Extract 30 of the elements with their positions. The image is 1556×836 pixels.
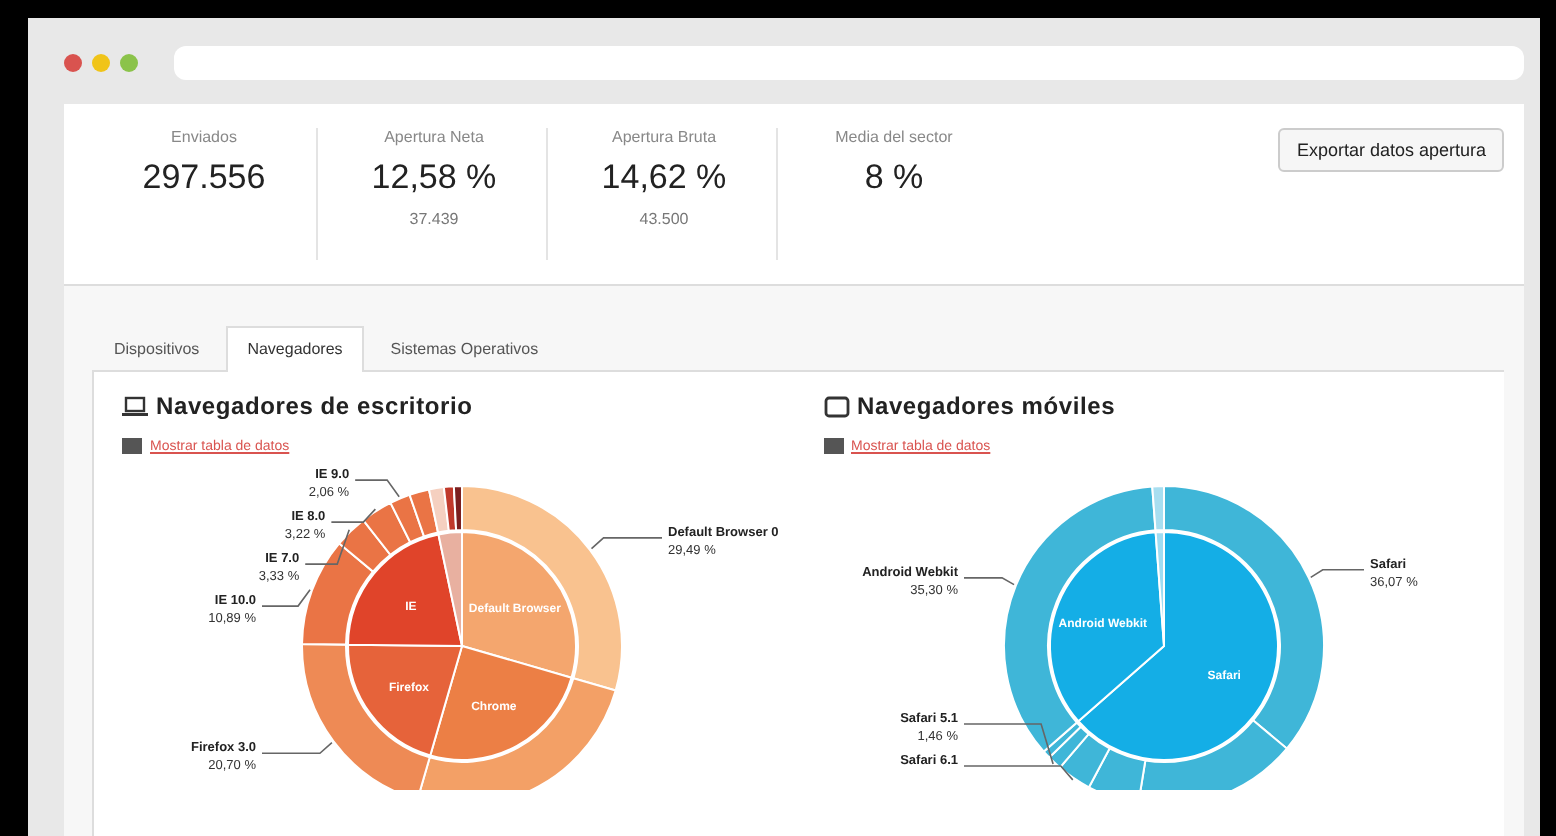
table-icon	[122, 438, 142, 454]
stat-label: Media del sector	[833, 128, 955, 146]
stat-count: 43.500	[637, 210, 691, 228]
laptop-icon	[122, 395, 148, 417]
stat-value: 8 %	[862, 158, 926, 198]
leader-line	[590, 537, 663, 550]
tab[interactable]: Dispositivos	[92, 326, 222, 370]
leader-line	[261, 589, 311, 607]
tab[interactable]: Sistemas Operativos	[368, 326, 561, 370]
window-control-dot[interactable]	[64, 54, 82, 72]
window-control-dot[interactable]	[120, 54, 138, 72]
export-button[interactable]: Exportar datos apertura	[1278, 128, 1504, 172]
leader-line	[962, 577, 1014, 586]
tab[interactable]: Navegadores	[225, 326, 365, 372]
leader-line	[354, 479, 400, 498]
section-title: Navegadores móviles	[857, 392, 1116, 420]
stat-value: 14,62 %	[599, 158, 729, 198]
leader-line	[261, 741, 333, 755]
stat-value: 12,58 %	[369, 158, 499, 198]
stat-label: Apertura Neta	[382, 128, 486, 146]
stat-label: Enviados	[169, 128, 239, 146]
window-control-dot[interactable]	[92, 54, 110, 72]
table-icon	[823, 438, 843, 454]
tablet-icon	[823, 395, 849, 417]
stat-label: Apertura Bruta	[609, 128, 719, 146]
leader-line	[330, 508, 377, 523]
stat-value: 297.556	[140, 158, 268, 198]
leader-line	[1308, 568, 1364, 579]
section-title: Navegadores de escritorio	[156, 392, 473, 420]
stat-count: 37.439	[407, 210, 461, 228]
